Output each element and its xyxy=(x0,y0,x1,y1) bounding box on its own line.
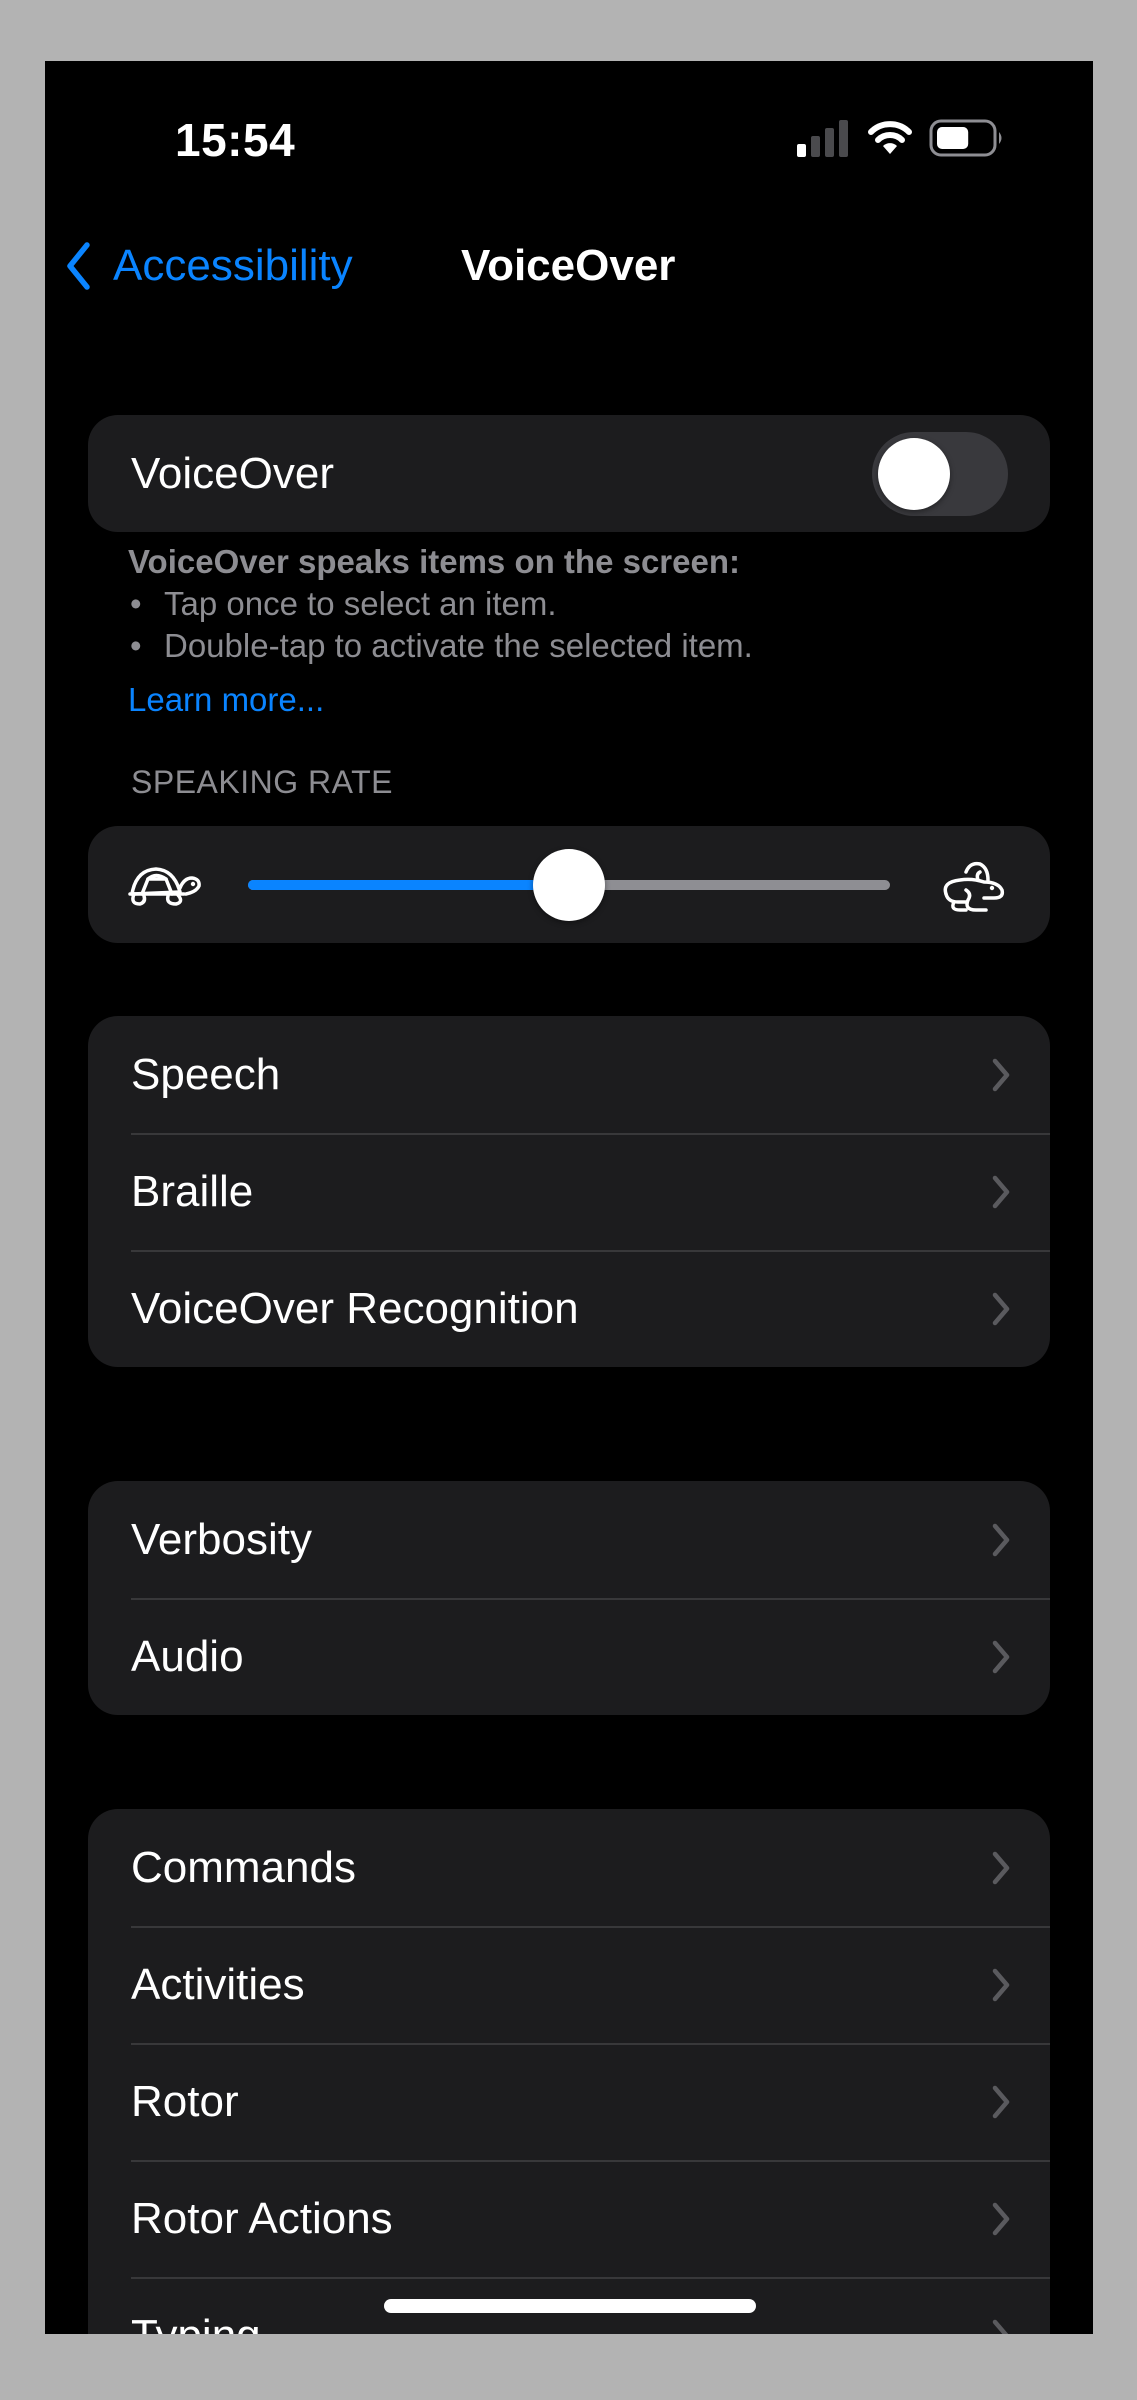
chevron-right-icon xyxy=(992,1968,1010,2001)
phone-screen: 15:54 Accessibility VoiceOver VoiceOver xyxy=(45,61,1093,2334)
list-item-speech[interactable]: Speech xyxy=(88,1016,1050,1133)
voiceover-card: VoiceOver xyxy=(88,415,1050,532)
turtle-icon xyxy=(128,867,201,906)
chevron-right-icon xyxy=(992,2085,1010,2118)
list-item-label: Activities xyxy=(131,1959,305,2009)
chevron-right-icon xyxy=(992,1175,1010,1208)
list-item-verbosity[interactable]: Verbosity xyxy=(88,1481,1050,1598)
voiceover-toggle-label: VoiceOver xyxy=(131,448,334,498)
bullet-text: Double-tap to activate the selected item… xyxy=(164,627,753,664)
list-item-label: VoiceOver Recognition xyxy=(131,1283,579,1333)
list-item-label: Rotor Actions xyxy=(131,2193,393,2243)
chevron-right-icon xyxy=(992,1851,1010,1884)
chevron-left-icon xyxy=(67,242,90,290)
voiceover-toggle[interactable] xyxy=(872,431,1008,516)
list-item-audio[interactable]: Audio xyxy=(88,1598,1050,1715)
page-title: VoiceOver xyxy=(461,241,676,290)
list-item-activities[interactable]: Activities xyxy=(88,1926,1050,2043)
home-indicator[interactable] xyxy=(384,2299,756,2313)
cellular-signal-icon xyxy=(797,120,848,157)
list-item-label: Commands xyxy=(131,1842,356,1892)
chevron-right-icon xyxy=(992,1640,1010,1673)
list-item-label: Speech xyxy=(131,1049,281,1099)
chevron-right-icon xyxy=(992,1058,1010,1091)
battery-icon xyxy=(929,119,1002,157)
description-bullet: • Double-tap to activate the selected it… xyxy=(128,625,1028,667)
speaking-rate-slider[interactable] xyxy=(248,826,890,943)
list-item-label: Braille xyxy=(131,1166,254,1216)
status-time: 15:54 xyxy=(175,114,296,166)
list-item-braille[interactable]: Braille xyxy=(88,1133,1050,1250)
chevron-right-icon xyxy=(992,2202,1010,2235)
slider-fill xyxy=(248,880,569,890)
description-heading: VoiceOver speaks items on the screen: xyxy=(128,543,740,580)
speaking-rate-card xyxy=(88,826,1050,943)
description-bullet: • Tap once to select an item. xyxy=(128,583,1028,625)
back-button[interactable]: Accessibility xyxy=(65,231,353,301)
speaking-rate-header: SPEAKING RATE xyxy=(131,764,393,800)
list-item-rotor-actions[interactable]: Rotor Actions xyxy=(88,2160,1050,2277)
list-item-label: Verbosity xyxy=(131,1514,312,1564)
list-item-label: Rotor xyxy=(131,2076,239,2126)
list-item-voiceover-recognition[interactable]: VoiceOver Recognition xyxy=(88,1250,1050,1367)
wifi-icon xyxy=(868,121,912,154)
bullet-dot: • xyxy=(130,585,142,622)
back-button-label: Accessibility xyxy=(113,241,353,290)
chevron-right-icon xyxy=(992,1523,1010,1556)
learn-more-link[interactable]: Learn more... xyxy=(128,681,324,719)
bullet-dot: • xyxy=(130,627,142,664)
chevron-right-icon xyxy=(992,1292,1010,1325)
voiceover-description: VoiceOver speaks items on the screen: • … xyxy=(128,541,1028,667)
settings-group-1: Speech Braille VoiceOver Recognition xyxy=(88,1016,1050,1367)
settings-group-2: Verbosity Audio xyxy=(88,1481,1050,1715)
settings-group-3: Commands Activities Rotor Rotor Actions … xyxy=(88,1809,1050,2334)
list-item-label: Typing xyxy=(131,2311,261,2335)
rabbit-icon xyxy=(943,861,1005,912)
voiceover-toggle-row: VoiceOver xyxy=(88,415,1050,532)
list-item-commands[interactable]: Commands xyxy=(88,1809,1050,1926)
list-item-rotor[interactable]: Rotor xyxy=(88,2043,1050,2160)
toggle-knob xyxy=(878,437,950,510)
bullet-text: Tap once to select an item. xyxy=(164,585,557,622)
slider-thumb[interactable] xyxy=(533,849,605,921)
list-item-label: Audio xyxy=(131,1631,244,1681)
chevron-right-icon xyxy=(992,2319,1009,2334)
